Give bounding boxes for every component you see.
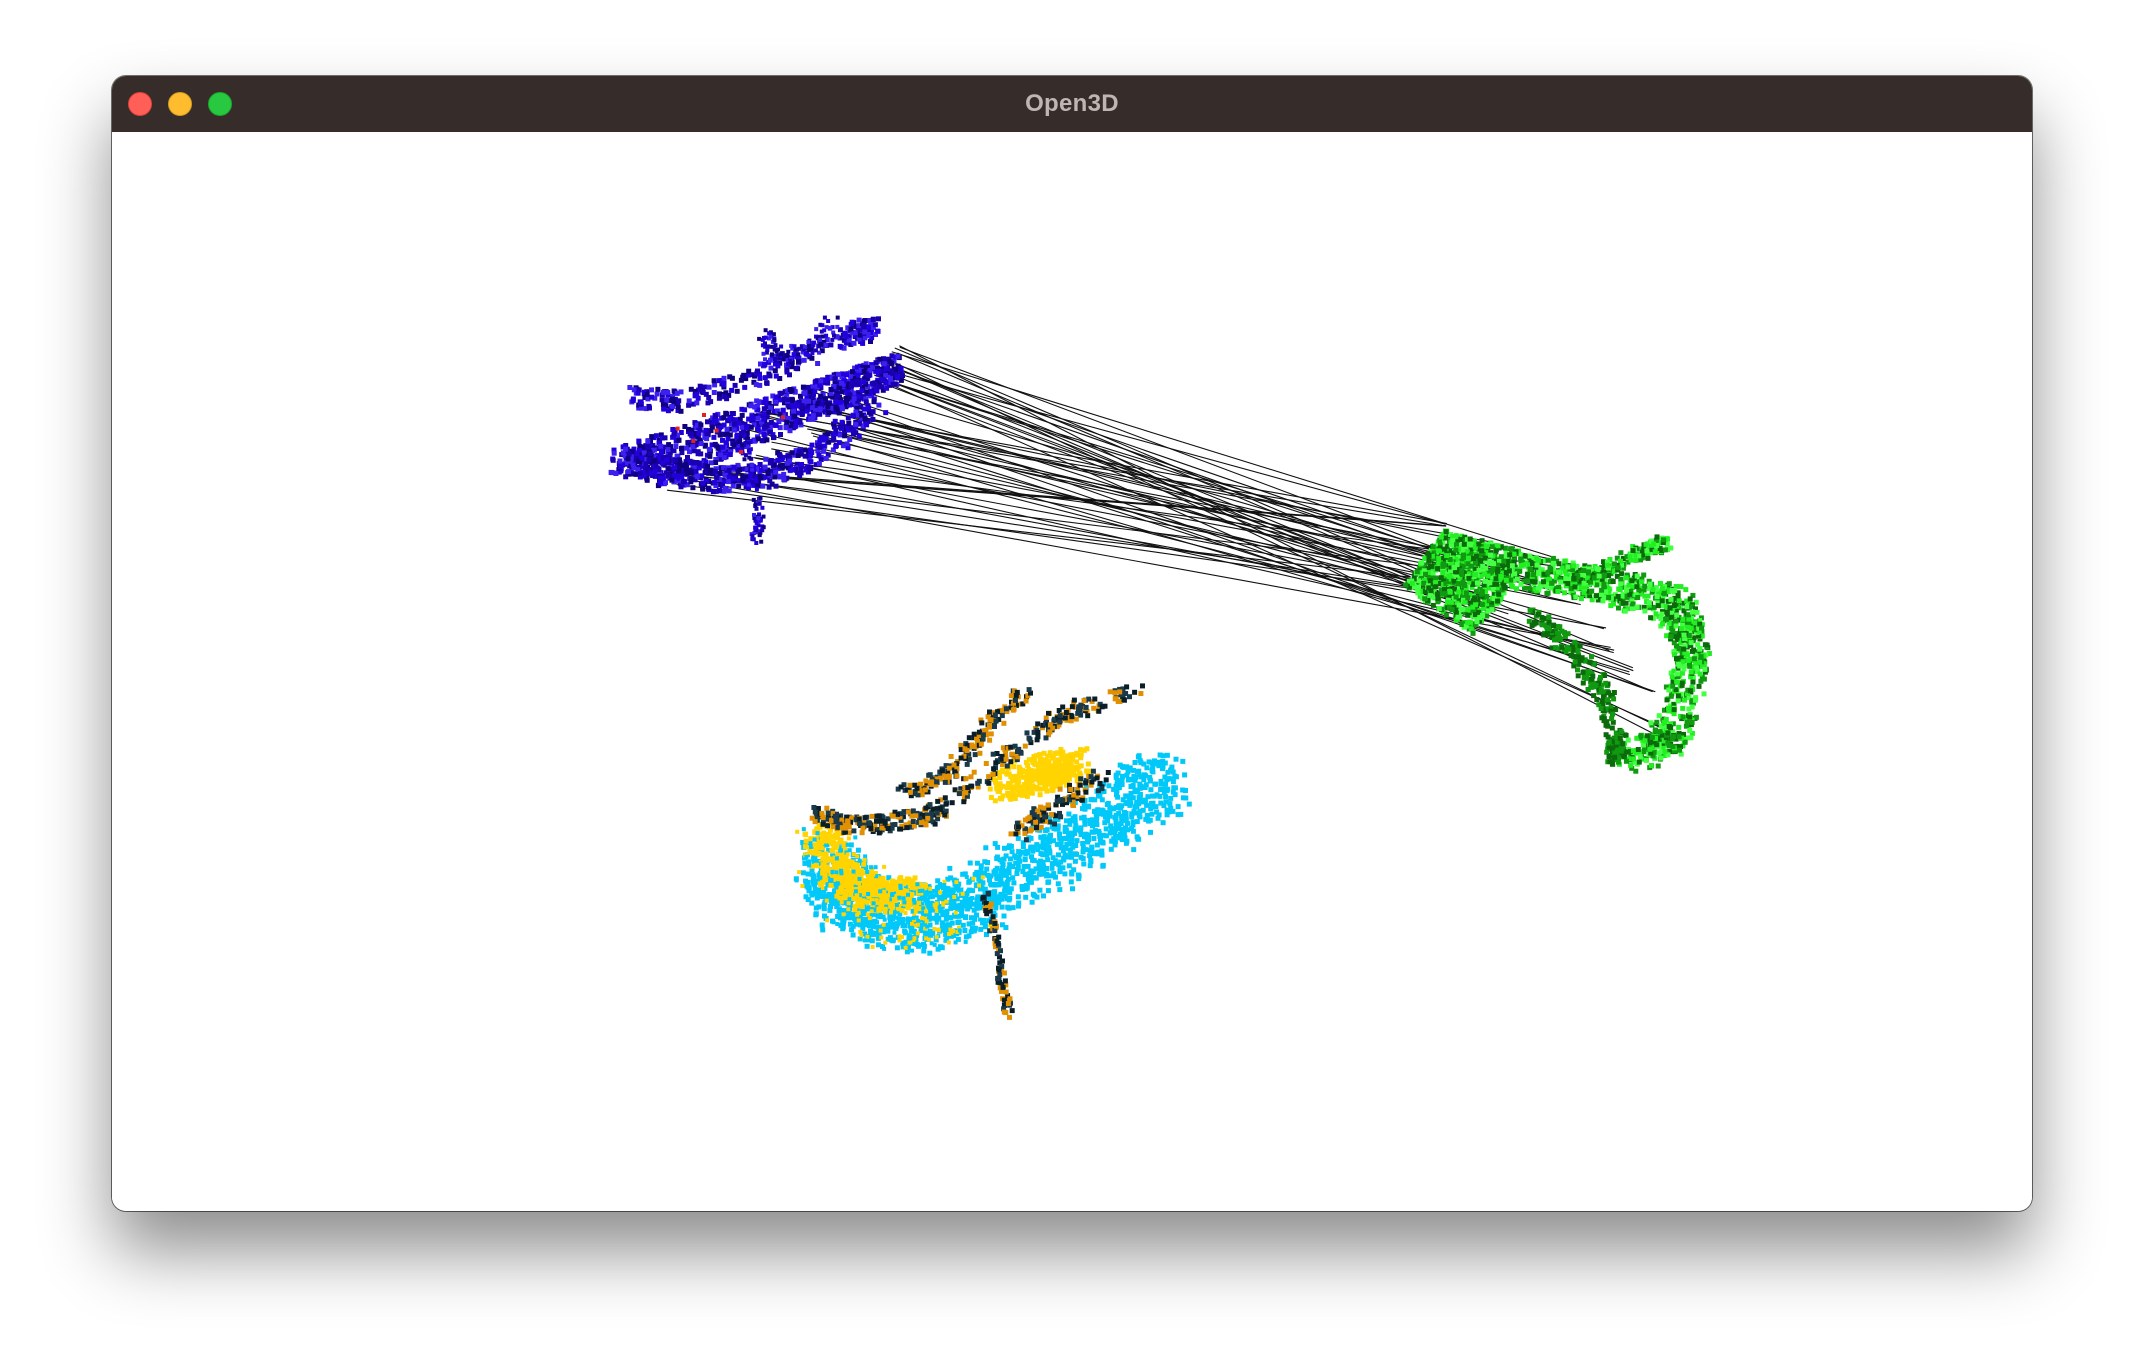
scene-canvas[interactable]: [112, 132, 2032, 1211]
open3d-window[interactable]: Open3D: [112, 76, 2032, 1211]
window-title: Open3D: [1025, 90, 1119, 117]
desktop: Open3D: [0, 0, 2144, 1360]
minimize-button[interactable]: [168, 92, 192, 116]
registered-point-cloud: [793, 683, 1192, 1020]
title-bar[interactable]: Open3D: [112, 76, 2032, 133]
close-button[interactable]: [128, 92, 152, 116]
window-controls: [128, 92, 232, 116]
maximize-button[interactable]: [208, 92, 232, 116]
target-point-cloud: [1403, 528, 1712, 774]
3d-viewport[interactable]: [112, 132, 2032, 1211]
